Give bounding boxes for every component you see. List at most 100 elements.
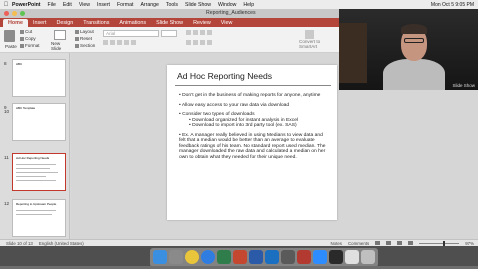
align-buttons <box>186 40 214 46</box>
underline-icon[interactable] <box>117 40 122 45</box>
tab-slide-show[interactable]: Slide Show <box>151 19 188 27</box>
new-slide-label[interactable]: New Slide <box>51 41 71 51</box>
format-painter-button[interactable]: Format <box>20 43 40 48</box>
paste-label[interactable]: Paste <box>5 44 17 49</box>
copy-label: Copy <box>25 36 36 41</box>
zoom-slider[interactable] <box>419 240 460 246</box>
reset-label: Reset <box>80 36 93 41</box>
italic-icon[interactable] <box>110 40 115 45</box>
menu-insert[interactable]: Insert <box>97 2 110 8</box>
slide-thumb-11-selected[interactable]: Ad Hoc Reporting Needs <box>12 153 66 191</box>
acrobat-icon[interactable] <box>281 250 295 264</box>
menu-window[interactable]: Window <box>218 2 236 8</box>
presenter-glasses <box>404 38 424 43</box>
section-label: Section <box>80 43 96 48</box>
tab-view[interactable]: View <box>216 19 238 27</box>
minimize-window-button[interactable] <box>12 11 17 16</box>
slideshow-view-icon[interactable] <box>408 241 414 245</box>
word-icon[interactable] <box>249 250 263 264</box>
chrome-icon[interactable] <box>185 250 199 264</box>
reading-view-icon[interactable] <box>397 241 403 245</box>
numbering-icon[interactable] <box>193 30 198 35</box>
screen: { "menubar": { "app": "PowerPoint", "ite… <box>0 0 478 269</box>
finder-icon[interactable] <box>153 250 167 264</box>
slide-counter: Slide 10 of 13 <box>6 240 33 246</box>
new-slide-icon[interactable] <box>54 30 66 40</box>
thumb-text-line <box>16 180 56 181</box>
tab-transitions[interactable]: Transitions <box>78 19 114 27</box>
current-slide[interactable]: Ad Hoc Reporting Needs • Don’t get in th… <box>167 65 337 220</box>
slide-thumb-12[interactable]: Reporting to Upstream People <box>12 199 66 237</box>
justify-icon[interactable] <box>207 40 212 45</box>
excel-icon[interactable] <box>217 250 231 264</box>
title-divider <box>175 85 331 86</box>
close-window-button[interactable] <box>4 11 9 16</box>
align-right-icon[interactable] <box>200 40 205 45</box>
launchpad-icon[interactable] <box>169 250 183 264</box>
zoom-knob[interactable] <box>443 240 446 246</box>
language-indicator[interactable]: English (United States) <box>39 241 84 246</box>
comments-toggle[interactable]: Comments <box>348 241 369 246</box>
pdf-icon[interactable] <box>297 250 311 264</box>
clock[interactable]: Mon Oct 5 9:05 PM <box>431 2 474 8</box>
notes-toggle[interactable]: Notes <box>330 241 341 246</box>
bullets-icon[interactable] <box>186 30 191 35</box>
indent-icon[interactable] <box>200 30 205 35</box>
layout-button[interactable]: Layout <box>75 29 94 34</box>
tab-insert[interactable]: Insert <box>28 19 51 27</box>
slide-thumbnail-panel[interactable]: 8 ABC 9 ABC Template 10 11 Ad Hoc Report… <box>0 53 70 266</box>
tab-animations[interactable]: Animations <box>114 19 151 27</box>
menu-view[interactable]: View <box>79 2 90 8</box>
section-icon <box>75 43 79 48</box>
convert-smartart-icon[interactable] <box>305 30 314 39</box>
safari-icon[interactable] <box>201 250 215 264</box>
section-button[interactable]: Section <box>75 43 95 48</box>
outdent-icon[interactable] <box>207 30 212 35</box>
font-color-icon[interactable] <box>131 40 136 45</box>
thumb-text-line <box>16 176 46 177</box>
menu-file[interactable]: File <box>48 2 56 8</box>
tab-review[interactable]: Review <box>188 19 216 27</box>
zoom-app-icon[interactable] <box>313 250 327 264</box>
align-center-icon[interactable] <box>193 40 198 45</box>
outlook-icon[interactable] <box>265 250 279 264</box>
document-icon[interactable] <box>345 250 359 264</box>
slide-thumb-9[interactable]: ABC Template <box>12 103 66 141</box>
slide-thumb-title: ABC <box>16 62 23 66</box>
zoom-window-button[interactable] <box>20 11 25 16</box>
menu-help[interactable]: Help <box>243 2 254 8</box>
sorter-view-icon[interactable] <box>386 241 392 245</box>
tab-design[interactable]: Design <box>51 19 78 27</box>
mac-menu-bar:  PowerPoint File Edit View Insert Forma… <box>0 0 478 9</box>
align-left-icon[interactable] <box>186 40 191 45</box>
trash-icon[interactable] <box>361 250 375 264</box>
bold-icon[interactable] <box>103 40 108 45</box>
slide-thumb-8[interactable]: ABC <box>12 59 66 97</box>
font-size-select[interactable] <box>161 30 177 37</box>
strikethrough-icon[interactable] <box>124 40 129 45</box>
powerpoint-icon[interactable] <box>233 250 247 264</box>
slide-title[interactable]: Ad Hoc Reporting Needs <box>177 71 272 81</box>
bullet-item: • Allow easy access to your raw data via… <box>179 102 290 108</box>
slide-body-textbox[interactable]: • Don’t get in the business of making re… <box>179 93 329 164</box>
status-bar: Slide 10 of 13 English (United States) N… <box>0 239 478 246</box>
reset-button[interactable]: Reset <box>75 36 92 41</box>
menu-edit[interactable]: Edit <box>63 2 72 8</box>
convert-smartart-label[interactable]: Convert to SmartArt <box>299 39 325 49</box>
menu-tools[interactable]: Tools <box>166 2 178 8</box>
photos-icon[interactable] <box>329 250 343 264</box>
font-name-select[interactable]: Arial <box>103 30 159 37</box>
tab-home[interactable]: Home <box>3 19 28 27</box>
apple-icon[interactable]:  <box>0 2 12 8</box>
paste-icon[interactable] <box>4 30 15 42</box>
menu-format[interactable]: Format <box>117 2 133 8</box>
cut-button[interactable]: Cut <box>20 29 32 34</box>
menu-app-name[interactable]: PowerPoint <box>12 2 41 8</box>
menu-arrange[interactable]: Arrange <box>140 2 158 8</box>
menu-slide-show[interactable]: Slide Show <box>185 2 211 8</box>
zoom-level[interactable]: 97% <box>465 241 474 246</box>
paragraph-buttons <box>186 30 214 36</box>
slide-number-12: 12 <box>4 201 10 206</box>
normal-view-icon[interactable] <box>375 241 381 245</box>
copy-button[interactable]: Copy <box>20 36 36 41</box>
